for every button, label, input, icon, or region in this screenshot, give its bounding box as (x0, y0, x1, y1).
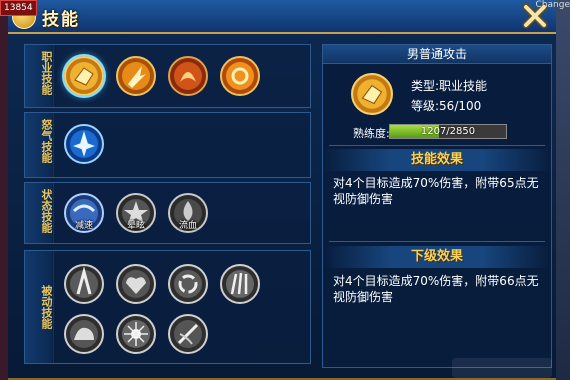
category-label: 职业技能 (40, 51, 53, 95)
sword-slash-icon (168, 314, 208, 354)
coin-counter: 13854 (0, 0, 37, 16)
effect-title: 技能效果 (323, 149, 551, 171)
effect-text: 对4个目标造成70%伤害，附带65点无视防御伤害 (333, 176, 539, 206)
flame-slash-icon (116, 56, 156, 96)
left-edge (0, 0, 8, 380)
next-level-text: 对4个目标造成70%伤害，附带66点无视防御伤害 (333, 274, 539, 304)
watermark (452, 358, 552, 378)
light-burst-icon (116, 314, 156, 354)
category-rage: 怒气技能 (24, 112, 54, 178)
category-status: 状态技能 (24, 182, 54, 244)
skill-stun[interactable]: 晕眩 (116, 193, 156, 233)
category-passive: 被动技能 (24, 250, 54, 364)
category-label: 状态技能 (40, 189, 53, 233)
proficiency-label: 熟练度: (353, 127, 390, 140)
blade-rune-icon (64, 264, 104, 304)
right-edge (556, 0, 570, 380)
skill-slow[interactable]: 减速 (64, 193, 104, 233)
skill-passive-2[interactable] (116, 264, 156, 304)
skill-passive-1[interactable] (64, 264, 104, 304)
whirl-icon (168, 264, 208, 304)
skill-name: 减速 (74, 221, 93, 231)
proficiency-bar: 1207/2850 (389, 124, 507, 139)
heart-shield-icon (116, 264, 156, 304)
divider (329, 145, 545, 146)
divider (329, 241, 545, 242)
claw-icon (220, 264, 260, 304)
ice-shard-icon (64, 124, 104, 164)
shield-strike-icon (64, 56, 104, 96)
flame-ring-icon (220, 56, 260, 96)
skill-level: 等级:56/100 (411, 99, 482, 113)
skill-passive-6[interactable] (116, 314, 156, 354)
skill-career-3[interactable] (168, 56, 208, 96)
skill-rage-1[interactable] (64, 124, 104, 164)
skill-career-4[interactable] (220, 56, 260, 96)
category-career: 职业技能 (24, 44, 54, 108)
skill-name: 晕眩 (126, 221, 145, 231)
skill-type: 类型:职业技能 (411, 79, 488, 93)
skill-passive-4[interactable] (220, 264, 260, 304)
next-level-title: 下级效果 (323, 246, 551, 268)
change-label: Change (535, 0, 570, 10)
proficiency-value: 1207/2850 (420, 126, 476, 137)
title-bar: 技能 (8, 0, 556, 34)
skill-passive-5[interactable] (64, 314, 104, 354)
category-label: 被动技能 (40, 285, 53, 329)
shield-strike-icon (351, 73, 393, 115)
skill-detail-panel: 男普通攻击 类型:职业技能 等级:56/100 熟练度: 1207/2850 技… (322, 44, 552, 368)
beast-icon (64, 314, 104, 354)
window-title: 技能 (42, 10, 80, 30)
fire-burst-icon (168, 56, 208, 96)
skill-passive-7[interactable] (168, 314, 208, 354)
skill-normal-attack[interactable] (64, 56, 104, 96)
skill-name-header: 男普通攻击 (323, 45, 551, 64)
skill-career-2[interactable] (116, 56, 156, 96)
skill-name: 流血 (178, 221, 197, 231)
category-label: 怒气技能 (40, 119, 53, 163)
skill-bleed[interactable]: 流血 (168, 193, 208, 233)
skill-passive-3[interactable] (168, 264, 208, 304)
